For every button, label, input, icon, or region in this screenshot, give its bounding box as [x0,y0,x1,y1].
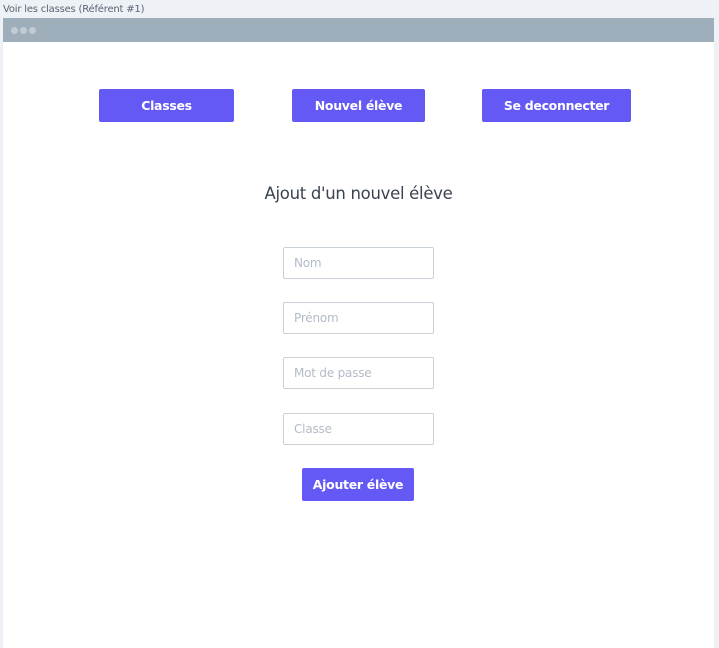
classe-input[interactable] [283,413,434,445]
nom-input[interactable] [283,247,434,279]
password-input[interactable] [283,357,434,389]
add-student-button[interactable]: Ajouter élève [302,468,414,501]
browser-window: Classes Nouvel élève Se deconnecter Ajou… [3,18,714,648]
window-dot-icon [11,27,18,34]
prenom-input[interactable] [283,302,434,334]
logout-button[interactable]: Se deconnecter [482,89,631,122]
window-dot-icon [29,27,36,34]
window-title-bar [3,18,714,42]
frame-title: Voir les classes (Référent #1) [3,4,145,15]
window-dot-icon [20,27,27,34]
classes-button[interactable]: Classes [99,89,234,122]
new-student-button[interactable]: Nouvel élève [292,89,425,122]
page-title: Ajout d'un nouvel élève [264,184,453,203]
